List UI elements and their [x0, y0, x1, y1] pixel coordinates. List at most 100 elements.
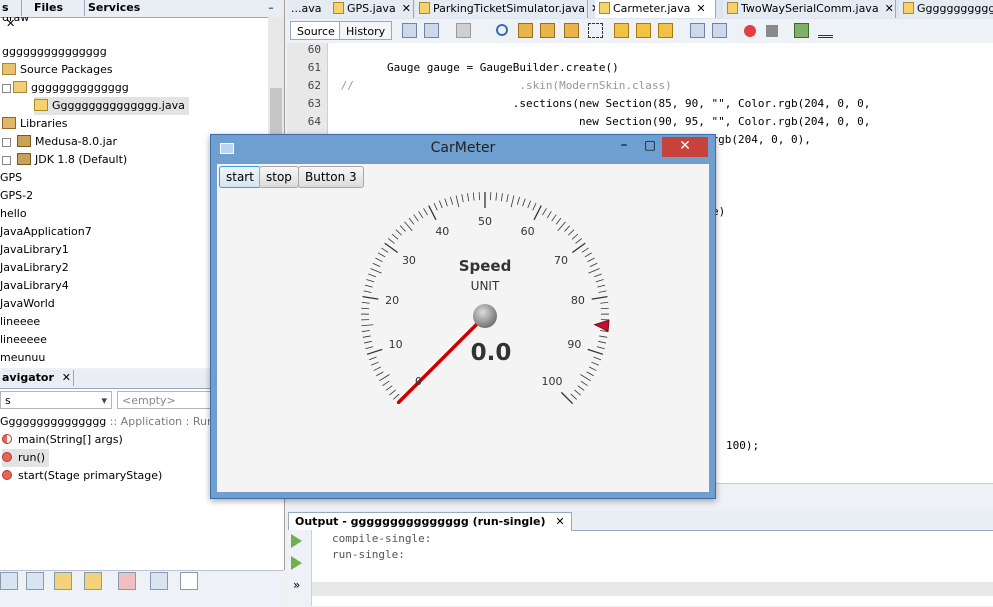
- comment-icon[interactable]: [818, 23, 833, 38]
- forward-icon[interactable]: [456, 23, 471, 38]
- start-macro-icon[interactable]: [744, 25, 756, 37]
- editor-tab[interactable]: ...ava: [287, 0, 330, 18]
- expander-icon[interactable]: [2, 84, 11, 93]
- output-horizontal-scrollbar[interactable]: [312, 582, 993, 596]
- tree-item-libraries[interactable]: Libraries: [2, 115, 68, 133]
- tree-item[interactable]: JavaLibrary4: [0, 277, 69, 295]
- gauge-tick-label: 70: [551, 254, 571, 267]
- expander-icon[interactable]: [2, 156, 11, 165]
- tree-item[interactable]: draw: [2, 17, 29, 27]
- minor-tick: [462, 194, 463, 202]
- filter-inherited-icon[interactable]: [84, 572, 102, 590]
- filter-nonpublic-icon[interactable]: [54, 572, 72, 590]
- tab-projects[interactable]: s ✕: [0, 0, 22, 16]
- tree-item-source-packages[interactable]: Source Packages: [2, 61, 113, 79]
- tree-item[interactable]: ggggggggggggggg: [2, 43, 107, 61]
- last-edit-icon[interactable]: [402, 23, 417, 38]
- shift-left-icon[interactable]: [690, 23, 705, 38]
- editor-tab-serial[interactable]: TwoWaySerialComm.java✕: [723, 0, 896, 18]
- close-icon[interactable]: ✕: [402, 2, 411, 15]
- button-3[interactable]: Button 3: [298, 166, 364, 188]
- tree-item[interactable]: JavaWorld: [0, 295, 55, 313]
- editor-tab-carmeter[interactable]: Carmeter.java✕: [595, 0, 716, 18]
- navigator-member-run[interactable]: run(): [2, 449, 49, 467]
- maximize-button[interactable]: □: [638, 137, 662, 155]
- tree-item[interactable]: JavaLibrary2: [0, 259, 69, 277]
- previous-bookmark-icon[interactable]: [614, 23, 629, 38]
- tree-item-jar[interactable]: Medusa-8.0.jar: [2, 133, 117, 151]
- tree-item-jdk[interactable]: JDK 1.8 (Default): [2, 151, 127, 169]
- editor-tab-active[interactable]: Gggggggggggggg: [899, 0, 993, 18]
- minor-tick: [528, 201, 531, 208]
- navigator-member-main[interactable]: main(String[] args): [2, 431, 123, 449]
- tree-item[interactable]: lineeeee: [0, 331, 47, 349]
- tree-item[interactable]: GPS-2: [0, 187, 33, 205]
- find-next-icon[interactable]: [540, 23, 555, 38]
- stop-macro-icon[interactable]: [766, 25, 778, 37]
- gauge-tick-label: 10: [386, 338, 406, 351]
- find-icon[interactable]: [496, 24, 508, 36]
- minimize-button[interactable]: –: [612, 137, 636, 155]
- tab-source[interactable]: Source: [290, 21, 342, 40]
- tree-item[interactable]: meunuu: [0, 349, 45, 367]
- close-icon[interactable]: ✕: [885, 2, 894, 15]
- tab-services[interactable]: Services: [84, 0, 152, 16]
- editor-tab-gps[interactable]: GPS.java ✕: [329, 0, 414, 18]
- tab-history[interactable]: History: [339, 21, 392, 40]
- tree-item[interactable]: JavaLibrary1: [0, 241, 69, 259]
- tree-item-label: hello: [0, 207, 27, 220]
- navigator-member-select[interactable]: <empty>: [117, 391, 217, 409]
- check-icon[interactable]: [794, 23, 809, 38]
- close-window-button[interactable]: ✕: [662, 137, 708, 157]
- sort-by-name-icon[interactable]: [150, 572, 168, 590]
- navigator-class-row[interactable]: Ggggggggggggggg :: Application : Runnabl…: [0, 413, 244, 431]
- tab-navigator-close[interactable]: ✕: [62, 371, 71, 384]
- gauge-value: 0.0: [441, 340, 541, 366]
- minor-tick: [599, 336, 607, 337]
- minor-tick: [396, 230, 402, 236]
- minor-tick: [389, 390, 395, 395]
- editor-tab-label: GPS.java: [347, 2, 396, 15]
- minor-tick: [594, 274, 602, 277]
- tree-item-label: JavaLibrary1: [0, 243, 69, 256]
- rectangular-select-icon[interactable]: [588, 23, 603, 38]
- tree-item[interactable]: GPS: [0, 169, 22, 187]
- minor-tick: [585, 253, 592, 257]
- gauge-tick-label: 80: [568, 294, 588, 307]
- tab-files[interactable]: Files: [30, 0, 85, 16]
- next-bookmark-icon[interactable]: [636, 23, 651, 38]
- tab-output[interactable]: Output - ggggggggggggggg (run-single) ✕: [288, 512, 572, 531]
- shift-right-icon[interactable]: [712, 23, 727, 38]
- rerun-icon[interactable]: [291, 534, 302, 548]
- tree-item-package[interactable]: gggggggggggggg: [2, 79, 129, 97]
- filter-fields-icon[interactable]: [0, 572, 18, 590]
- tree-item[interactable]: JavaApplication7: [0, 223, 92, 241]
- sort-by-source-icon[interactable]: [118, 572, 136, 590]
- close-icon[interactable]: ✕: [696, 2, 705, 15]
- editor-tab-parking[interactable]: ParkingTicketSimulator.java✕: [415, 0, 588, 18]
- back-icon[interactable]: [424, 23, 439, 38]
- tree-item[interactable]: hello: [0, 205, 27, 223]
- toggle-bookmark-icon[interactable]: [658, 23, 673, 38]
- navigator-view-select[interactable]: s ▾: [0, 391, 112, 409]
- tree-item-label: JDK 1.8 (Default): [35, 153, 127, 166]
- navigator-member-start[interactable]: start(Stage primaryStage): [2, 467, 162, 485]
- close-icon[interactable]: ✕: [555, 515, 564, 528]
- stop-button[interactable]: stop: [259, 166, 299, 188]
- tab-services-label: Services: [88, 1, 140, 14]
- find-previous-icon[interactable]: [518, 23, 533, 38]
- filter-static-icon[interactable]: [26, 572, 44, 590]
- minimize-panel-button[interactable]: –: [264, 0, 278, 16]
- member-label: start(Stage primaryStage): [18, 469, 162, 482]
- tab-navigator[interactable]: avigator ✕: [0, 370, 74, 386]
- minor-tick: [587, 372, 594, 376]
- more-actions-icon[interactable]: »: [293, 578, 300, 592]
- sort-alphabetical-icon[interactable]: [180, 572, 198, 590]
- gauge-tick-label: 60: [518, 225, 538, 238]
- start-button[interactable]: start: [219, 166, 261, 188]
- expander-icon[interactable]: [2, 138, 11, 147]
- tree-item-java-file[interactable]: Ggggggggggggggg.java: [34, 97, 189, 115]
- toggle-highlight-icon[interactable]: [564, 23, 579, 38]
- tree-item[interactable]: lineeee: [0, 313, 40, 331]
- rerun-with-params-icon[interactable]: [291, 556, 302, 570]
